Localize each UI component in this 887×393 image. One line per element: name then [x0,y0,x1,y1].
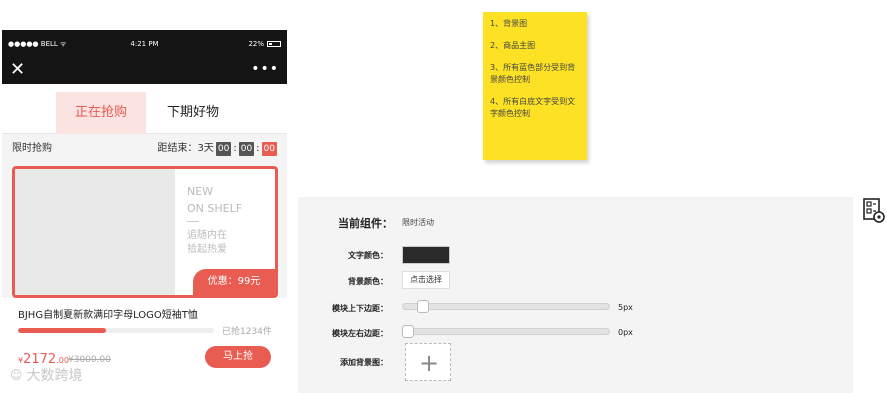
margin-vertical-slider[interactable] [402,300,610,313]
countdown-prefix: 距结束：3天 [157,143,214,154]
text-color-swatch[interactable] [402,246,450,264]
tab-ongoing[interactable]: 正在抢购 [56,92,146,134]
countdown-seconds: 00 [261,142,277,156]
margin-vertical-label: 模块上下边距： [332,304,388,313]
plus-icon: + [418,349,440,377]
panel-title: 当前组件： [338,217,393,230]
new-on-shelf-text: NEW ON SHELF [187,183,242,217]
note-item: 1、背景图 [490,19,528,28]
more-icon[interactable]: ••• [251,58,279,80]
countdown-sep: : [256,143,260,154]
tagline: 追随内在 拾起热爱 [187,229,227,257]
sold-count: 已抢1234件 [222,327,272,337]
close-icon[interactable]: ✕ [10,59,25,81]
flash-sale-title: 限时抢购 [12,143,52,154]
tab-upcoming[interactable]: 下期好物 [148,92,238,134]
product-image [15,169,175,295]
battery: 22% [248,30,281,58]
watermark: ☺ 大数跨境 [10,365,83,385]
countdown-sep: : [233,143,237,154]
on-shelf-line: ON SHELF [187,202,243,215]
promo-badge: 优惠：99元 [193,269,275,295]
note-item: 3、所有蓝色部分受到背景颜色控制 [490,63,576,84]
annotation-note: 1、背景图 2、商品主图 3、所有蓝色部分受到背景颜色控制 4、所有白底文字受到… [483,12,587,160]
tagline-1: 追随内在 [187,230,227,241]
note-item: 2、商品主图 [490,41,536,50]
add-bg-image-button[interactable]: + [405,343,451,381]
pick-bg-color-button[interactable]: 点击选择 [402,271,450,289]
note-item: 4、所有白底文字受到文字颜色控制 [490,97,576,118]
new-line: NEW [187,185,214,198]
countdown-minutes: 00 [238,142,255,156]
margin-vertical-value: 5px [618,303,633,312]
battery-percent: 22% [248,40,264,48]
bg-image-label: 添加背景图： [340,358,388,367]
document-settings-icon[interactable] [863,198,885,224]
sold-progress-bar [18,328,214,333]
product-name: BJHG自制夏新款满印字母LOGO短袖T恤 [18,310,198,321]
bg-color-label: 背景颜色： [348,277,388,286]
buy-now-button[interactable]: 马上抢 [205,346,271,368]
flash-sale-header: 限时抢购 距结束：3天 00 : 00 : 00 [2,134,287,164]
divider [187,221,199,222]
battery-icon [267,41,281,47]
slider-handle[interactable] [402,325,414,338]
watermark-logo-icon: ☺ [10,368,23,382]
price-cents: .00 [56,356,69,365]
text-color-label: 文字颜色： [348,251,388,260]
margin-horizontal-slider[interactable] [402,325,610,338]
sold-progress-fill [18,328,107,333]
clock: 4:21 PM [130,40,159,48]
component-settings-panel: 当前组件： 限时活动 文字颜色： 背景颜色： 点击选择 模块上下边距： 5px … [298,197,853,393]
slider-handle[interactable] [417,300,429,313]
product-card[interactable]: NEW ON SHELF 追随内在 拾起热爱 优惠：99元 [12,166,278,298]
phone-preview: ●●●●● BELL ᯤ 4:21 PM 22% ✕ ••• 正在抢购 下期好物… [2,30,287,380]
tagline-2: 拾起热爱 [187,244,227,255]
status-bar: ●●●●● BELL ᯤ 4:21 PM 22% [2,30,287,58]
original-price: ¥3000.00 [68,355,111,365]
nav-bar: ✕ ••• [2,58,287,84]
tab-bar: 正在抢购 下期好物 [2,84,287,134]
current-component: 限时活动 [402,218,434,227]
countdown-hours: 00 [215,142,232,156]
watermark-text: 大数跨境 [26,368,83,384]
margin-horizontal-label: 模块左右边距： [332,329,388,338]
countdown: 距结束：3天 00 : 00 : 00 [158,134,277,164]
margin-horizontal-value: 0px [618,328,633,337]
